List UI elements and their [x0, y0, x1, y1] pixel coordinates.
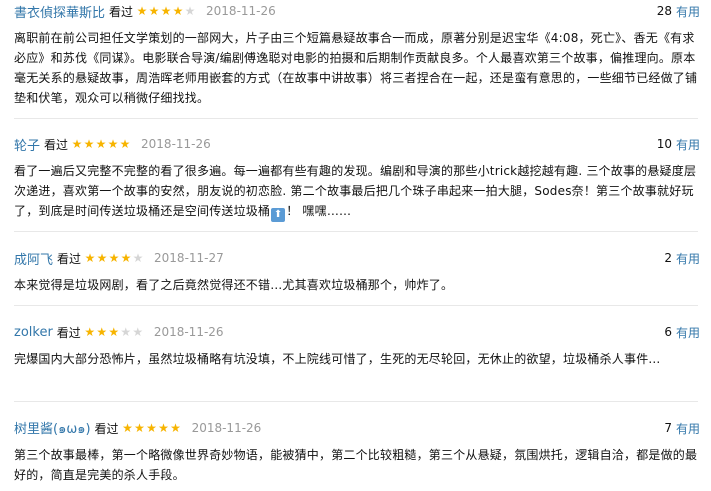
star-filled-icon: ★ [83, 137, 95, 151]
review-text: 离职前在前公司担任文学策划的一部网大，片子由三个短篇悬疑故事合一而成，原著分别是… [14, 31, 698, 105]
divider [14, 305, 698, 306]
star-empty-icon: ★ [184, 4, 196, 18]
star-filled-icon: ★ [136, 4, 148, 18]
useful-count: 10 [656, 137, 672, 151]
useful-vote: 7 有用 [664, 419, 700, 437]
rating-stars: ★ ★ ★ ★ ★ [84, 252, 144, 264]
star-filled-icon: ★ [172, 4, 184, 18]
rating-stars: ★ ★ ★ ★ ★ [84, 326, 144, 338]
reviewer-name-link[interactable]: 轮子 [14, 135, 40, 154]
star-filled-icon: ★ [134, 421, 145, 435]
review-date: 2018-11-26 [141, 137, 211, 151]
review-text: 完爆国内大部分恐怖片，虽然垃圾桶略有坑没填，不上院线可惜了，生死的无尽轮回，无休… [14, 352, 661, 366]
watch-status: 看过 [109, 4, 134, 19]
reviewer-name-link[interactable]: 成阿飞 [14, 249, 53, 268]
review-text: 第三个故事最棒，第一个略微像世界奇妙物语，能被猜中，第二个比较粗糙，第三个从悬疑… [14, 448, 698, 482]
star-filled-icon: ★ [170, 421, 181, 435]
review-text: 看了一遍后又完整不完整的看了很多遍。每一遍都有些有趣的发现。编剧和导演的那些小t… [14, 161, 698, 222]
star-filled-icon: ★ [96, 251, 108, 265]
review-date: 2018-11-26 [191, 421, 262, 435]
useful-vote: 10 有用 [657, 135, 700, 153]
rating-stars: ★ ★ ★ ★ ★ [136, 5, 196, 17]
star-filled-icon: ★ [158, 421, 169, 435]
reviewer-name-link[interactable]: zolker [14, 325, 53, 340]
divider [14, 118, 698, 119]
watch-status: 看过 [56, 325, 81, 340]
divider [14, 401, 698, 402]
star-empty-icon: ★ [120, 325, 132, 339]
reviewer-name-link[interactable]: 書衣偵探華斯比 [14, 2, 105, 21]
star-filled-icon: ★ [84, 251, 96, 265]
useful-count: 2 [664, 251, 672, 265]
useful-vote: 6 有用 [664, 323, 700, 341]
star-filled-icon: ★ [108, 325, 120, 339]
star-filled-icon: ★ [84, 325, 96, 339]
up-arrow-emoji-icon: ⬆ [271, 208, 286, 222]
rating-stars: ★ ★ ★ ★ ★ [71, 138, 131, 150]
star-filled-icon: ★ [148, 4, 160, 18]
rating-stars: ★ ★ ★ ★ ★ [122, 422, 182, 434]
review-text: 本来觉得是垃圾网剧，看了之后竟然觉得还不错…尤其喜欢垃圾桶那个，帅炸了。 [14, 278, 454, 292]
star-filled-icon: ★ [119, 137, 131, 151]
useful-button[interactable]: 有用 [676, 3, 700, 20]
useful-button[interactable]: 有用 [676, 250, 700, 267]
star-filled-icon: ★ [122, 421, 133, 435]
divider [14, 231, 698, 232]
star-filled-icon: ★ [71, 137, 83, 151]
useful-vote: 28 有用 [657, 2, 700, 20]
star-filled-icon: ★ [107, 137, 119, 151]
useful-count: 6 [664, 325, 672, 339]
star-filled-icon: ★ [95, 137, 107, 151]
review-header: 轮子 看过 ★ ★ ★ ★ ★ 2018-11-26 [14, 135, 211, 154]
watch-status: 看过 [44, 137, 69, 152]
review-date: 2018-11-26 [206, 4, 276, 18]
star-filled-icon: ★ [120, 251, 132, 265]
star-filled-icon: ★ [108, 251, 120, 265]
review-text-tail: ！ 嘿嘿…… [286, 204, 352, 218]
review-header: zolker 看过 ★ ★ ★ ★ ★ 2018-11-26 [14, 323, 224, 341]
useful-vote: 2 有用 [664, 249, 700, 267]
star-empty-icon: ★ [132, 251, 144, 265]
useful-button[interactable]: 有用 [676, 420, 700, 437]
watch-status: 看过 [57, 251, 82, 266]
review-text-main: 看了一遍后又完整不完整的看了很多遍。每一遍都有些有趣的发现。编剧和导演的那些小t… [14, 164, 697, 218]
review-date: 2018-11-26 [153, 325, 224, 339]
watch-status: 看过 [94, 421, 119, 436]
star-filled-icon: ★ [96, 325, 108, 339]
star-filled-icon: ★ [146, 421, 157, 435]
review-header: 書衣偵探華斯比 看过 ★ ★ ★ ★ ★ 2018-11-26 [14, 2, 276, 21]
useful-count: 7 [664, 421, 672, 435]
star-filled-icon: ★ [160, 4, 172, 18]
review-header: 树里酱(๑ω๑) 看过 ★ ★ ★ ★ ★ 2018-11-26 [14, 419, 261, 437]
useful-button[interactable]: 有用 [676, 324, 700, 341]
reviewer-name-link[interactable]: 树里酱(๑ω๑) [14, 418, 91, 439]
useful-count: 28 [656, 4, 672, 18]
star-empty-icon: ★ [132, 325, 144, 339]
review-date: 2018-11-27 [154, 251, 224, 265]
review-header: 成阿飞 看过 ★ ★ ★ ★ ★ 2018-11-27 [14, 249, 224, 268]
useful-button[interactable]: 有用 [676, 136, 700, 153]
